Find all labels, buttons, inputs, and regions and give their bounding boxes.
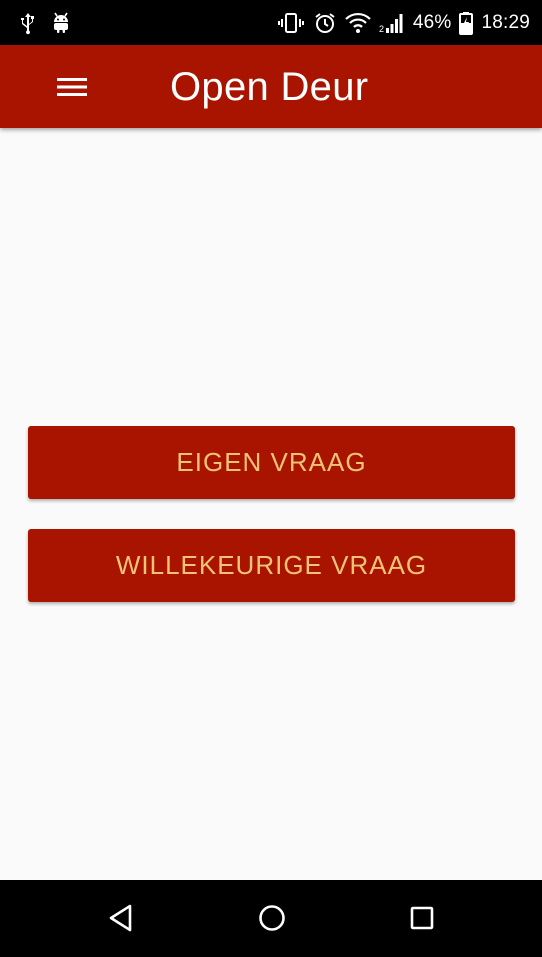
app-bar: Open Deur (0, 45, 542, 128)
status-bar-right: 2 46% 18:29 (277, 11, 530, 35)
android-debug-icon (50, 11, 72, 35)
signal-icon: 2 (379, 12, 405, 34)
recents-button[interactable] (398, 896, 446, 940)
vibrate-icon (277, 11, 305, 35)
willekeurige-vraag-button[interactable]: WILLEKEURIGE VRAAG (28, 529, 515, 602)
home-icon (257, 903, 287, 933)
back-icon (107, 903, 135, 933)
status-bar-left (18, 11, 72, 35)
wifi-icon (345, 12, 371, 34)
usb-icon (18, 11, 38, 35)
status-bar: 2 46% 18:29 (0, 0, 542, 45)
back-button[interactable] (97, 896, 145, 940)
clock: 18:29 (481, 11, 530, 33)
battery-charging-icon (459, 11, 474, 35)
eigen-vraag-button[interactable]: EIGEN VRAAG (28, 426, 515, 499)
hamburger-menu-icon (57, 76, 87, 98)
home-button[interactable] (248, 896, 296, 940)
svg-text:2: 2 (379, 24, 384, 34)
battery-percentage: 46% (412, 11, 452, 33)
menu-button[interactable] (40, 61, 104, 113)
alarm-icon (313, 11, 337, 35)
main-content: EIGEN VRAAG WILLEKEURIGE VRAAG (0, 128, 542, 880)
navigation-bar (0, 880, 542, 957)
phone-screen: 2 46% 18:29 Open Deur EIGEN VRAAG WILLEK… (0, 0, 542, 957)
recents-icon (409, 905, 435, 931)
app-title: Open Deur (170, 65, 369, 109)
